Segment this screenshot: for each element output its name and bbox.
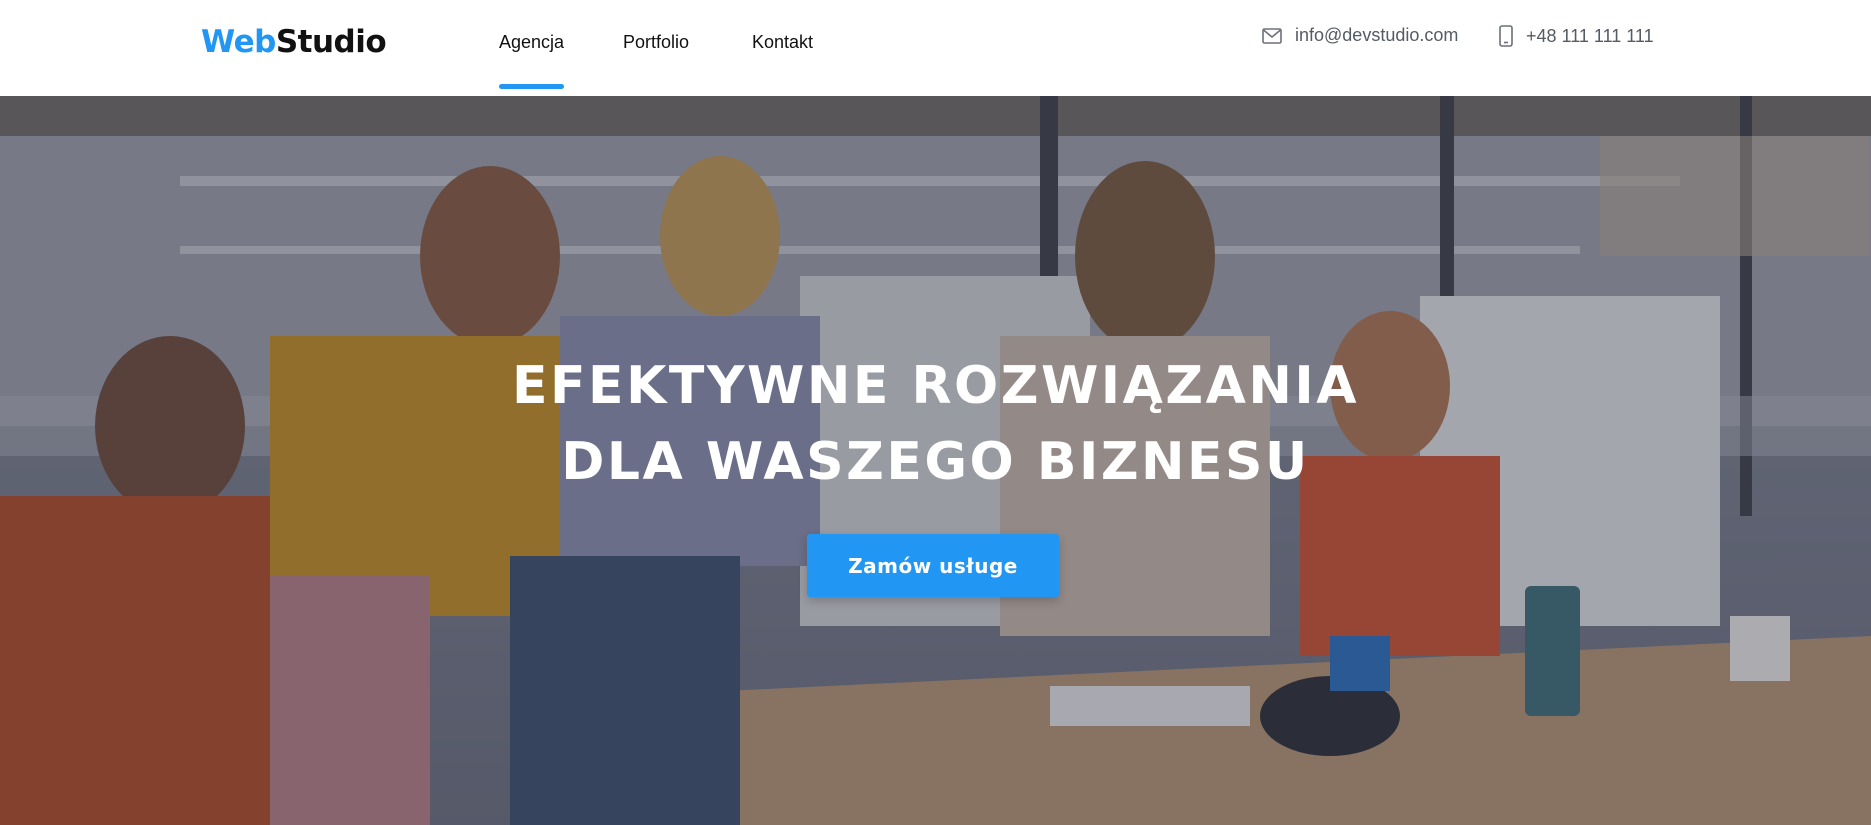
hero-title-line1: EFEKTYWNE ROZWIĄZANIA	[512, 356, 1359, 416]
mail-icon	[1262, 27, 1282, 44]
phone-icon	[1499, 25, 1513, 47]
logo-studio: Studio	[275, 24, 387, 60]
hero-title-line2: DLA WASZEGO BIZNESU	[561, 432, 1310, 492]
nav-item-agencja[interactable]: Agencja	[499, 30, 565, 89]
site-header: WebStudio Agencja Portfolio Kontakt info…	[0, 0, 1871, 96]
phone-text: +48 111 111 111	[1526, 25, 1654, 46]
email-text: info@devstudio.com	[1295, 25, 1459, 45]
nav-item-portfolio[interactable]: Portfolio	[623, 30, 689, 54]
hero-title: EFEKTYWNE ROZWIĄZANIA DLA WASZEGO BIZNES…	[0, 348, 1871, 500]
nav-item-kontakt[interactable]: Kontakt	[752, 30, 813, 54]
order-service-button[interactable]: Zamów usługe	[807, 534, 1059, 597]
logo-web: Web	[201, 24, 276, 60]
logo[interactable]: WebStudio	[201, 24, 387, 60]
email-link[interactable]: info@devstudio.com	[1262, 25, 1458, 46]
hero-section: EFEKTYWNE ROZWIĄZANIA DLA WASZEGO BIZNES…	[0, 96, 1871, 825]
phone-link[interactable]: +48 111 111 111	[1499, 25, 1654, 47]
